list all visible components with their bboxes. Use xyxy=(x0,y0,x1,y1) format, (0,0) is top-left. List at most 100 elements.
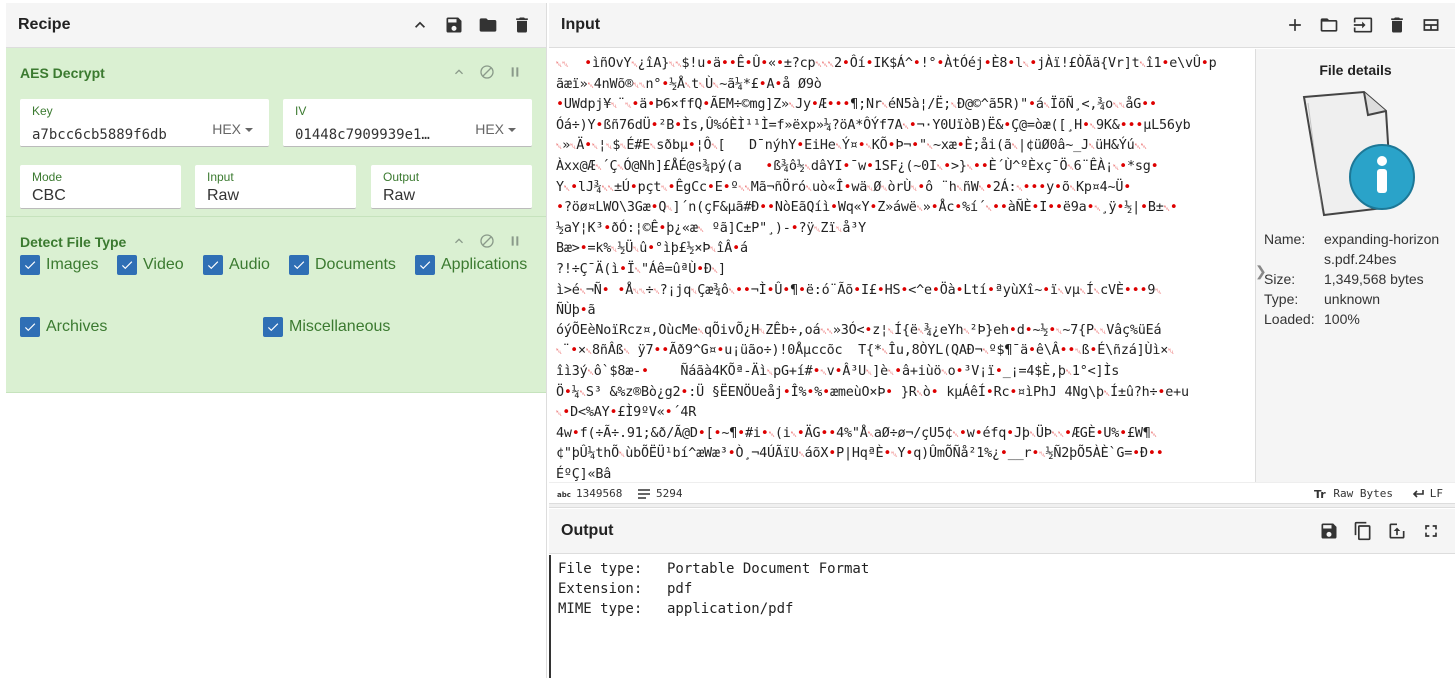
checkbox-label: Video xyxy=(143,256,184,273)
input-textarea[interactable]: ␀␀ •ìñOvY␀¿îA}␀␀$!u•ä••Ê•Û•«•±?cp␀␀␀2•Ôí… xyxy=(549,49,1255,482)
disable-op-button[interactable] xyxy=(478,63,496,81)
iv-field[interactable]: IV 01448c7909939e1… HEX xyxy=(283,99,532,147)
input-title: Input xyxy=(561,16,601,33)
open-file-button[interactable] xyxy=(1349,11,1377,39)
checkbox-documents[interactable]: Documents xyxy=(289,255,396,275)
recipe-panel: Recipe AES Decrypt Key a7bcc6cb5889f6db … xyxy=(6,3,547,678)
length-indicator: abc 1349568 xyxy=(557,487,622,500)
open-in-new-icon xyxy=(1389,523,1405,539)
output-format-select[interactable]: Output Raw xyxy=(371,165,532,209)
text-format-icon: Tr xyxy=(1314,488,1326,500)
recipe-title: Recipe xyxy=(18,16,71,33)
output-key: Extension: xyxy=(558,581,643,597)
iv-format-dropdown[interactable]: HEX xyxy=(475,121,516,137)
file-details-panel: File details Name: expanding-horizons.pd… xyxy=(1255,49,1455,482)
output-textarea[interactable]: File type: Portable Document Format Exten… xyxy=(549,555,1455,678)
output-header: Output xyxy=(549,509,1455,554)
add-input-button[interactable] xyxy=(1281,11,1309,39)
checkbox-checked-icon[interactable] xyxy=(117,255,137,275)
checkbox-checked-icon[interactable] xyxy=(415,255,435,275)
pause-op-button[interactable] xyxy=(506,232,524,250)
reset-layout-button[interactable] xyxy=(1417,11,1445,39)
lines-indicator: 5294 xyxy=(637,487,683,500)
open-folder-button[interactable] xyxy=(1315,11,1343,39)
collapse-op-button[interactable] xyxy=(450,232,468,250)
collapse-all-button[interactable] xyxy=(406,11,434,39)
input-header: Input xyxy=(549,3,1455,48)
chevron-up-icon xyxy=(455,69,463,75)
output-panel: Output File type: Portable Document Forma… xyxy=(549,509,1455,678)
copy-output-button[interactable] xyxy=(1349,517,1377,545)
input-format-select[interactable]: Input Raw xyxy=(195,165,356,209)
input-line: ãæï»␀4nWõ®␀␀n°•½Å␀t␀Ù␀~ã¼*£•A•å Ø9ò xyxy=(556,76,822,92)
input-line: ½aY¦K³•ðÓ:¦©Ê•þ¿«æ␀ ºã]C±P"¸)-•?ÿ␀Zï␀å³Y xyxy=(556,220,866,236)
output-format-value: Raw xyxy=(383,187,416,204)
key-format-dropdown[interactable]: HEX xyxy=(212,121,253,137)
operation-detect-file-type[interactable]: Detect File Type Images Video Audio Docu… xyxy=(6,217,546,393)
checkbox-miscellaneous[interactable]: Miscellaneous xyxy=(263,317,390,337)
key-field[interactable]: Key a7bcc6cb5889f6db HEX xyxy=(20,99,269,147)
clear-recipe-button[interactable] xyxy=(508,11,536,39)
chevron-up-icon xyxy=(415,21,425,28)
input-line: ␀¨•×␀8ñÂß␀ ÿ7••Ãð9^G¤•u¡üão÷)!0Åµccõc T{… xyxy=(556,343,1175,359)
checkbox-label: Images xyxy=(46,256,99,273)
eol-value: LF xyxy=(1429,487,1443,500)
input-line: óýÕEèNoïRcz¤,OùcMe␀qÕivÕ¿H␀ZÊb÷,oá␀␀»3Ó<… xyxy=(556,322,1162,338)
replace-input-button[interactable] xyxy=(1383,517,1411,545)
checkbox-images[interactable]: Images xyxy=(20,255,98,275)
operation-aes-decrypt[interactable]: AES Decrypt Key a7bcc6cb5889f6db HEX IV … xyxy=(6,48,546,217)
checkbox-applications[interactable]: Applications xyxy=(415,255,527,275)
pause-op-button[interactable] xyxy=(506,63,524,81)
eol-selector[interactable]: LF xyxy=(1411,487,1443,500)
output-row: File type: Portable Document Format xyxy=(558,559,1448,579)
input-line: ␀•D<%AY•£Ì9ºV«•´4R xyxy=(556,405,697,421)
file-info-icon xyxy=(1302,90,1415,217)
checkbox-checked-icon[interactable] xyxy=(203,255,223,275)
folder-icon xyxy=(1320,18,1338,32)
save-icon xyxy=(446,17,462,33)
encoding-selector[interactable]: Tr Raw Bytes xyxy=(1314,487,1393,500)
checkbox-checked-icon[interactable] xyxy=(263,317,283,337)
output-title: Output xyxy=(561,522,614,539)
collapse-op-button[interactable] xyxy=(450,63,468,81)
key-input[interactable]: a7bcc6cb5889f6db xyxy=(32,127,197,143)
save-icon xyxy=(1321,523,1337,539)
plus-icon xyxy=(1289,19,1301,31)
maximize-output-button[interactable] xyxy=(1417,517,1445,545)
checkbox-video[interactable]: Video xyxy=(117,255,184,275)
mode-label: Mode xyxy=(32,170,63,184)
input-line: Àxx@Æ␀´Ç␀Ó@Nh]£ÅÉ@s¾pý(a •ß¾ô½␀dâYI•¯w•1… xyxy=(556,158,1159,174)
output-row: Extension: pdf xyxy=(558,579,1448,599)
operation-title: Detect File Type xyxy=(20,234,127,250)
disable-icon xyxy=(480,65,494,79)
checkbox-checked-icon[interactable] xyxy=(20,317,40,337)
save-output-button[interactable] xyxy=(1315,517,1343,545)
mode-select[interactable]: Mode CBC xyxy=(20,165,181,209)
file-size-value: 1,349,568 bytes xyxy=(1324,271,1424,287)
iv-input[interactable]: 01448c7909939e1… xyxy=(295,127,455,143)
input-line: •?öø¤LWO\3Gæ•Q␀]´n(çF&µã#Ð••NòEãQíì•Wq«Y… xyxy=(556,200,1178,216)
output-key: File type: xyxy=(558,561,643,577)
output-value: application/pdf xyxy=(667,601,794,617)
pause-icon xyxy=(511,236,519,246)
iv-label: IV xyxy=(295,104,307,118)
panel-resize-handle[interactable] xyxy=(549,503,1455,508)
file-loaded-label: Loaded: xyxy=(1264,311,1315,327)
pause-icon xyxy=(511,67,519,77)
checkbox-label: Documents xyxy=(315,256,396,273)
save-recipe-button[interactable] xyxy=(440,11,468,39)
file-type-label: Type: xyxy=(1264,291,1299,307)
checkbox-checked-icon[interactable] xyxy=(20,255,40,275)
output-row: MIME type: application/pdf xyxy=(558,599,1448,619)
clear-input-button[interactable] xyxy=(1383,11,1411,39)
collapse-details-icon[interactable]: ❯ xyxy=(1255,263,1267,280)
checkbox-archives[interactable]: Archives xyxy=(20,317,107,337)
input-line: ␀␀ •ìñOvY␀¿îA}␀␀$!u•ä••Ê•Û•«•±?cp␀␀␀2•Ôí… xyxy=(556,56,1217,71)
load-recipe-button[interactable] xyxy=(474,11,502,39)
input-panel: Input ␀␀ •ìñOvY␀¿îA}␀␀$!u•ä••Ê•Û•«•±?cp␀… xyxy=(549,3,1455,503)
checkbox-checked-icon[interactable] xyxy=(289,255,309,275)
checkbox-audio[interactable]: Audio xyxy=(203,255,270,275)
checkbox-label: Archives xyxy=(46,318,108,335)
disable-op-button[interactable] xyxy=(478,232,496,250)
folder-icon xyxy=(479,18,497,32)
